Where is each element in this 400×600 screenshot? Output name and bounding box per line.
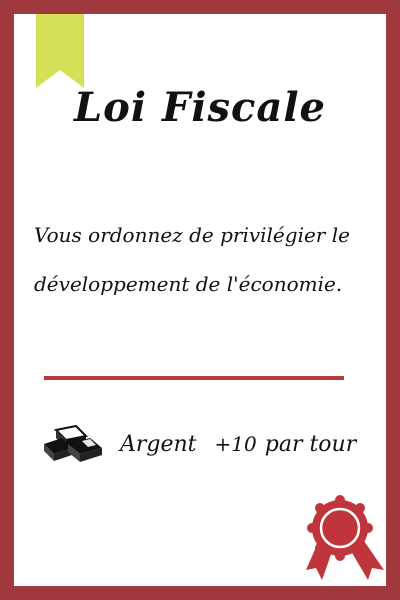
card-description: Vous ordonnez de privilégier le développ… xyxy=(34,223,350,296)
policy-card[interactable]: Loi Fiscale Vous ordonnez de privilégier… xyxy=(14,14,386,586)
card-title: Loi Fiscale xyxy=(74,84,326,131)
effect-amount: +10 xyxy=(214,432,257,456)
card-background: { "card": { "title": "Loi Fiscale", "des… xyxy=(0,0,400,600)
silver-bars-icon xyxy=(44,424,102,462)
effect-resource: Argent xyxy=(120,431,197,457)
divider xyxy=(44,376,344,380)
effect-period: par tour xyxy=(264,431,357,457)
bookmark-ribbon-icon xyxy=(36,14,84,88)
wax-seal-icon xyxy=(306,495,384,580)
effect-row: Argent +10 par tour xyxy=(42,422,356,466)
